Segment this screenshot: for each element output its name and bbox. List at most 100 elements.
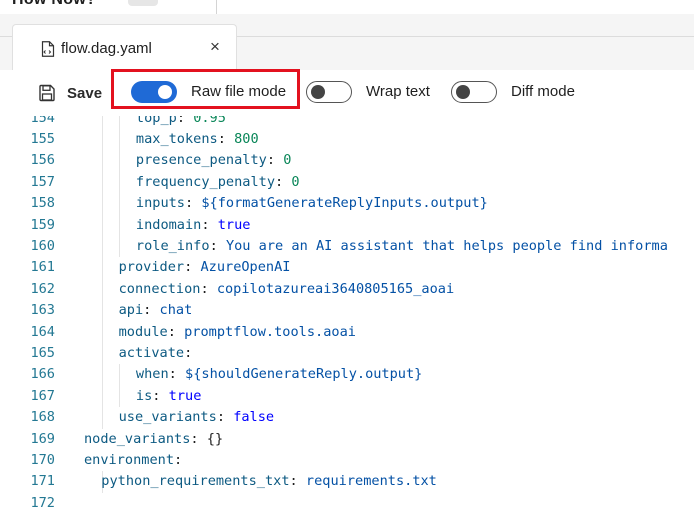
code-line: 168 use_variants: false (0, 407, 694, 428)
code-line: 170 environment: (0, 450, 694, 471)
top-header-strip: How Now? (0, 0, 694, 14)
code-text: python_requirements_txt: requirements.tx… (101, 473, 437, 490)
close-icon[interactable]: × (210, 38, 220, 56)
yaml-key: node_variants (84, 430, 191, 447)
line-number: 168 (30, 409, 55, 426)
yaml-key: inputs (135, 195, 185, 212)
yaml-key: indomain (135, 216, 202, 233)
line-number: 162 (30, 280, 55, 297)
yaml-key: connection (118, 280, 201, 297)
code-text: presence_penalty: 0 (135, 152, 292, 169)
tab-label: flow.dag.yaml (61, 40, 152, 57)
diff-mode-toggle[interactable] (451, 81, 497, 103)
code-line: 169 node_variants: {} (0, 429, 694, 450)
code-text: when: ${shouldGenerateReply.output} (135, 366, 423, 383)
yaml-value: 0 (291, 173, 300, 190)
wrap-text-label: Wrap text (366, 83, 430, 100)
toggle-knob (158, 85, 172, 99)
code-text: max_tokens: 800 (135, 130, 259, 147)
raw-file-mode-toggle[interactable] (131, 81, 177, 103)
yaml-value: 0 (283, 152, 292, 169)
line-number: 170 (30, 451, 55, 468)
code-line: 162 connection: copilotazureai3640805165_… (0, 279, 694, 300)
yaml-value: ${shouldGenerateReply.output} (185, 366, 423, 383)
line-number: 169 (30, 430, 55, 447)
yaml-value: chat (159, 302, 193, 319)
yaml-value: requirements.txt (305, 473, 437, 490)
yaml-value: {} (206, 430, 224, 447)
code-line: 163 api: chat (0, 300, 694, 321)
code-line: 156 presence_penalty: 0 (0, 150, 694, 171)
yaml-value: copilotazureai3640805165_aoai (216, 280, 455, 297)
header-title: How Now? (12, 0, 96, 9)
raw-file-mode-label: Raw file mode (191, 83, 287, 100)
yaml-value: promptflow.tools.aoai (184, 323, 356, 340)
yaml-key: api (118, 302, 144, 319)
yaml-key: max_tokens (135, 130, 218, 147)
yaml-key: python_requirements_txt (101, 473, 290, 490)
tab-flow-dag-yaml[interactable]: flow.dag.yaml × (12, 24, 237, 70)
code-text: node_variants: {} (84, 430, 224, 447)
yaml-value: true (168, 387, 202, 404)
code-text: provider: AzureOpenAI (118, 259, 291, 276)
save-label: Save (67, 84, 103, 102)
code-text: is: true (135, 387, 202, 404)
line-number: 161 (30, 259, 55, 276)
code-line: 161 provider: AzureOpenAI (0, 257, 694, 278)
code-editor[interactable]: 154 top_p: 0.95 155 max_tokens: 800 156 prese… (0, 116, 694, 530)
code-text: inputs: ${formatGenerateReplyInputs.outp… (135, 195, 488, 212)
yaml-key: when (135, 366, 169, 383)
yaml-value: 800 (234, 130, 259, 147)
yaml-value: true (217, 216, 251, 233)
line-number: 155 (30, 130, 55, 147)
code-line: 167 is: true (0, 386, 694, 407)
line-number: 164 (30, 323, 55, 340)
line-number: 166 (30, 366, 55, 383)
yaml-value: You are an AI assistant that helps peopl… (225, 237, 668, 254)
line-number: 171 (30, 473, 55, 490)
yaml-key: module (118, 323, 168, 340)
code-line: 159 indomain: true (0, 215, 694, 236)
code-text: module: promptflow.tools.aoai (118, 323, 356, 340)
code-text: top_p: 0.95 (136, 116, 226, 129)
code-text: frequency_penalty: 0 (135, 173, 300, 190)
line-number: 163 (30, 302, 55, 319)
code-line: 160 role_info: You are an AI assistant th… (0, 236, 694, 257)
code-line: 164 module: promptflow.tools.aoai (0, 322, 694, 343)
line-number: 167 (30, 387, 55, 404)
code-text: api: chat (118, 302, 193, 319)
line-number: 157 (30, 173, 55, 190)
toggle-knob (311, 85, 325, 99)
code-line: 165 activate: (0, 343, 694, 364)
wrap-text-toggle[interactable] (306, 81, 352, 103)
line-number: 154 (30, 116, 55, 126)
line-number: 158 (30, 195, 55, 212)
yaml-key: presence_penalty (135, 152, 267, 169)
code-text: activate: (118, 344, 193, 361)
code-line: 171 python_requirements_txt: requirements… (0, 471, 694, 492)
code-text: role_info: You are an AI assistant that … (135, 237, 668, 254)
code-line: 157 frequency_penalty: 0 (0, 172, 694, 193)
yaml-key: top_p (135, 116, 177, 126)
yaml-value: ${formatGenerateReplyInputs.output} (201, 195, 488, 212)
yaml-key: environment (84, 451, 175, 468)
line-number: 159 (30, 216, 55, 233)
yaml-value: AzureOpenAI (200, 259, 291, 276)
save-icon (39, 84, 55, 102)
toggle-knob (456, 85, 470, 99)
code-text: indomain: true (135, 216, 251, 233)
header-divider (216, 0, 217, 14)
line-number: 172 (30, 494, 55, 511)
code-text: use_variants: false (118, 409, 275, 426)
save-button[interactable]: Save (38, 82, 102, 104)
line-number: 156 (30, 152, 55, 169)
code-text: environment: (84, 451, 183, 468)
line-number: 165 (30, 344, 55, 361)
diff-mode-label: Diff mode (511, 83, 575, 100)
code-line: 154 top_p: 0.95 (0, 116, 694, 129)
yaml-value: 0.95 (193, 116, 226, 126)
code-text: connection: copilotazureai3640805165_aoa… (118, 280, 455, 297)
code-line: 166 when: ${shouldGenerateReply.output} (0, 364, 694, 385)
yaml-value: false (233, 409, 275, 426)
yaml-key: provider (118, 259, 185, 276)
